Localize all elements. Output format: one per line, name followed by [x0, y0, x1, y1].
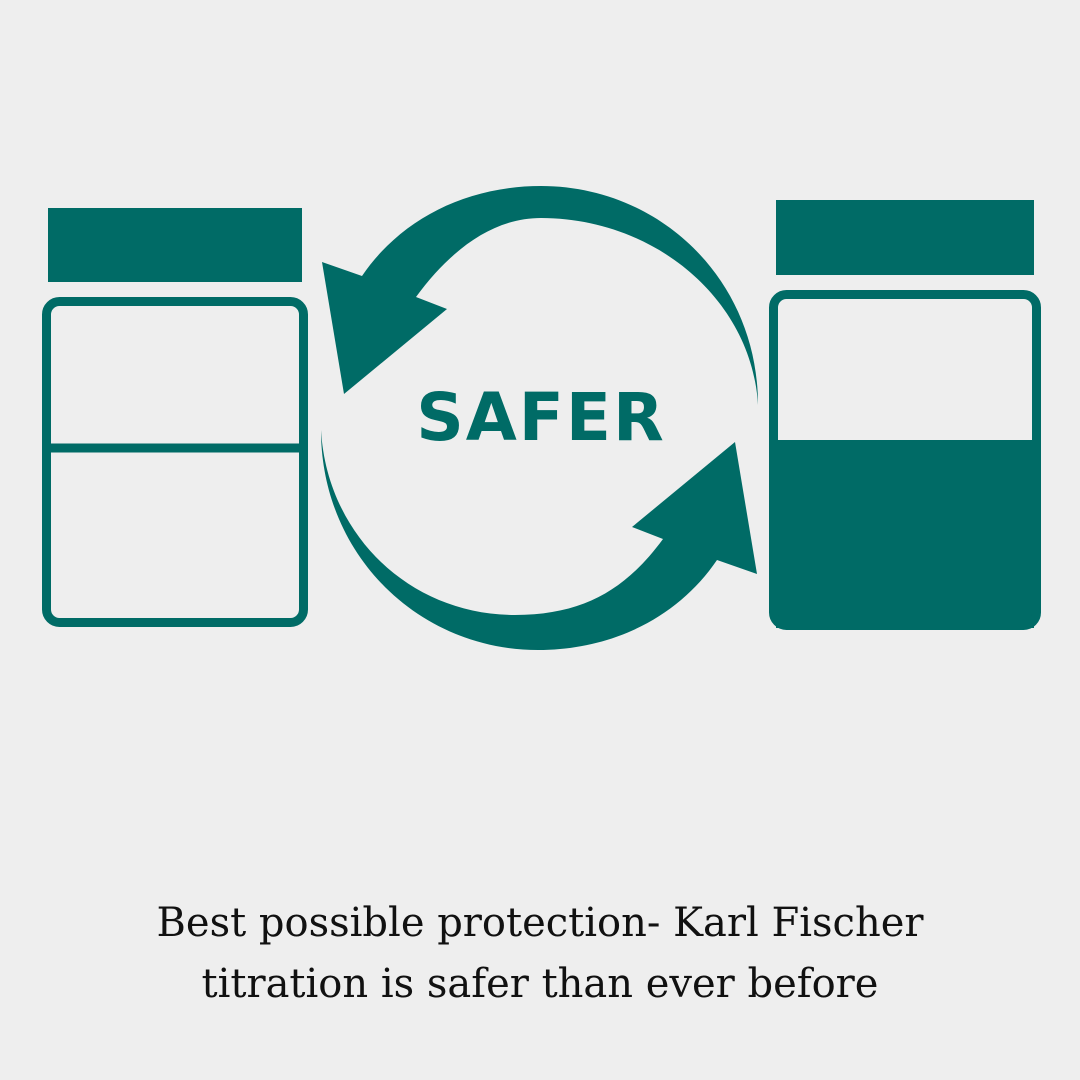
- caption: Best possible protection- Karl Fischer t…: [40, 893, 1040, 1015]
- right-jar-lid: [776, 200, 1034, 275]
- left-jar-lid: [48, 208, 302, 282]
- caption-line-2: titration is safer than ever before: [201, 961, 879, 1007]
- full-jar-icon: [769, 200, 1041, 630]
- caption-line-1: Best possible protection- Karl Fischer: [156, 900, 924, 946]
- right-jar-fill: [773, 440, 1037, 626]
- right-jar-base: [776, 616, 1034, 628]
- empty-jar-icon: [42, 208, 308, 627]
- curved-arrow-right-icon: [321, 430, 757, 650]
- left-jar-body: [42, 297, 308, 627]
- curved-arrow-left-icon: [322, 186, 758, 405]
- center-word: SAFER: [416, 379, 666, 456]
